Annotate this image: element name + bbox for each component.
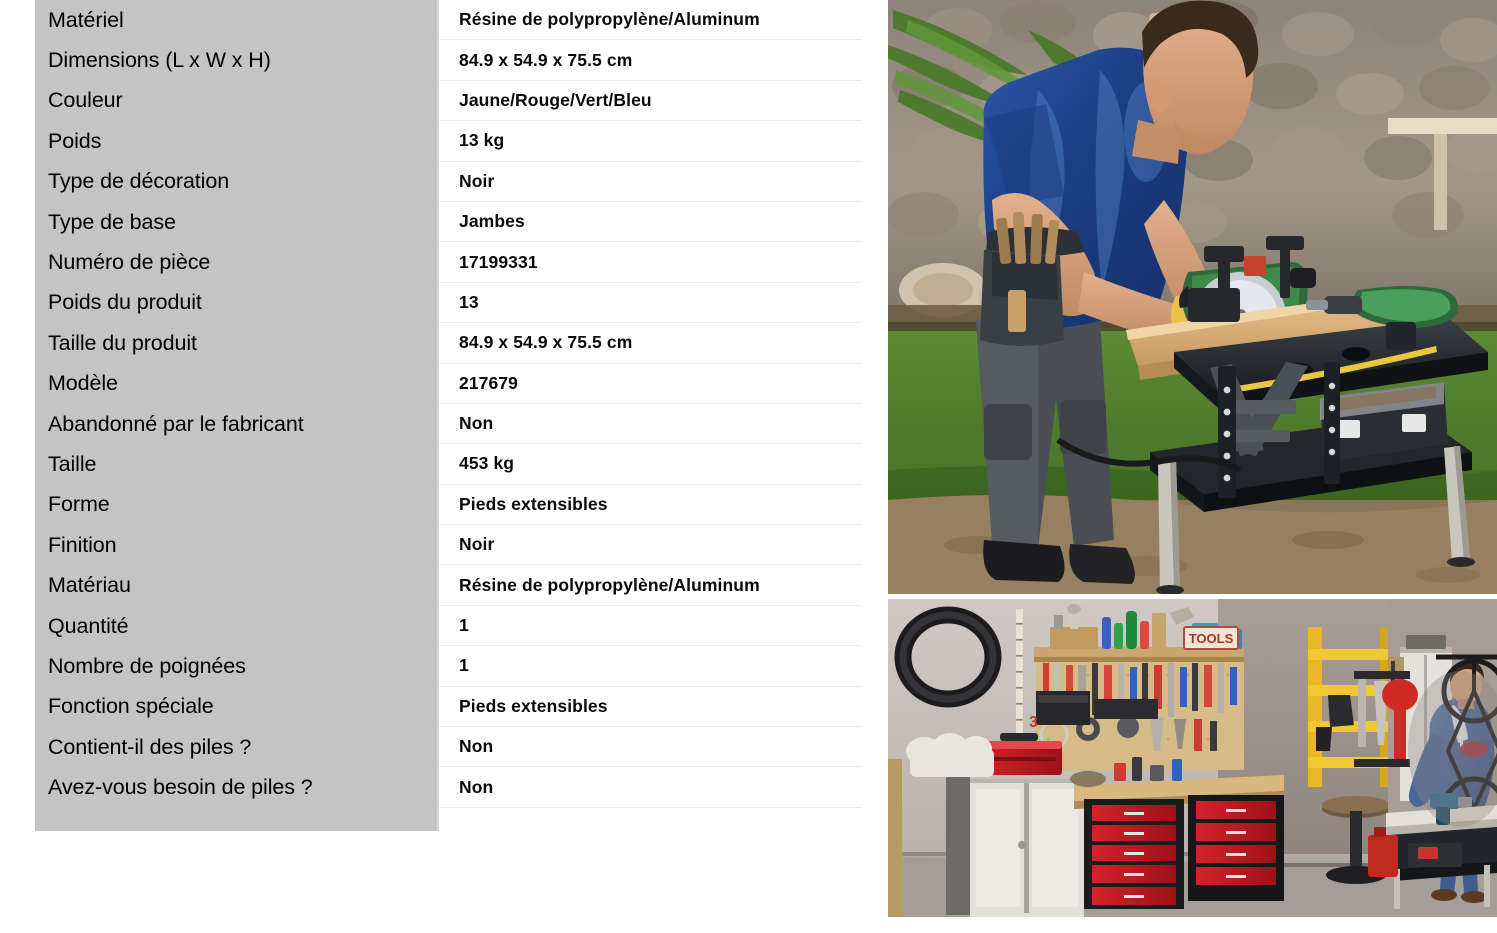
table-row: Matériel Résine de polypropylène/Aluminu… bbox=[0, 0, 880, 41]
spec-value: Noir bbox=[437, 525, 862, 566]
table-row: Poids 13 kg bbox=[0, 121, 880, 162]
spec-value: 1 bbox=[437, 606, 862, 647]
table-row: Numéro de pièce 17199331 bbox=[0, 242, 880, 283]
spec-label: Dimensions (L x W x H) bbox=[48, 48, 271, 73]
table-row: Finition Noir bbox=[0, 525, 880, 566]
table-row: Abandonné par le fabricant Non bbox=[0, 404, 880, 445]
spec-value: 453 kg bbox=[437, 444, 862, 485]
spec-value: Jaune/Rouge/Vert/Bleu bbox=[437, 81, 862, 122]
spec-value: Pieds extensibles bbox=[437, 485, 862, 526]
table-row: Forme Pieds extensibles bbox=[0, 485, 880, 526]
table-row: Type de décoration Noir bbox=[0, 162, 880, 202]
spec-label: Finition bbox=[48, 532, 117, 557]
svg-text:TOOLS: TOOLS bbox=[1189, 631, 1234, 646]
table-row: Nombre de poignées 1 bbox=[0, 646, 880, 687]
column-divider bbox=[437, 0, 439, 831]
table-row: Type de base Jambes bbox=[0, 202, 880, 243]
spec-value: 13 bbox=[437, 283, 862, 324]
table-row: Matériau Résine de polypropylène/Aluminu… bbox=[0, 565, 880, 606]
spec-value: Résine de polypropylène/Aluminum bbox=[437, 0, 862, 41]
spec-label: Quantité bbox=[48, 613, 129, 638]
spec-value: 13 kg bbox=[437, 121, 862, 162]
spec-value: 1 bbox=[437, 646, 862, 687]
table-row: Fonction spéciale Pieds extensibles bbox=[0, 687, 880, 728]
spec-label: Modèle bbox=[48, 371, 118, 396]
spec-value: Non bbox=[437, 404, 862, 445]
spec-value: Pieds extensibles bbox=[437, 687, 862, 728]
spec-value: 17199331 bbox=[437, 242, 862, 283]
spec-label: Couleur bbox=[48, 88, 123, 113]
table-row: Poids du produit 13 bbox=[0, 283, 880, 324]
spec-value: 84.9 x 54.9 x 75.5 cm bbox=[437, 323, 862, 364]
spec-label: Matériel bbox=[48, 7, 124, 32]
spec-label: Taille du produit bbox=[48, 330, 197, 355]
spec-value: 84.9 x 54.9 x 75.5 cm bbox=[437, 40, 862, 81]
garage-workbench-illustration: TOOLS 3 bbox=[888, 599, 1497, 917]
table-row: Couleur Jaune/Rouge/Vert/Bleu bbox=[0, 81, 880, 122]
spec-label: Fonction spéciale bbox=[48, 694, 214, 719]
spec-label: Numéro de pièce bbox=[48, 250, 211, 275]
spec-value: Non bbox=[437, 767, 862, 808]
spec-label: Matériau bbox=[48, 573, 131, 598]
spec-value: 217679 bbox=[437, 364, 862, 404]
spec-label: Contient-il des piles ? bbox=[48, 734, 252, 759]
garage-workbench-photo: TOOLS 3 bbox=[888, 599, 1497, 917]
outdoor-workbench-photo bbox=[888, 0, 1497, 594]
table-row: Quantité 1 bbox=[0, 606, 880, 647]
spec-value: Non bbox=[437, 727, 862, 768]
spec-value: Jambes bbox=[437, 202, 862, 243]
table-row: Avez-vous besoin de piles ? Non bbox=[0, 767, 880, 808]
spec-label: Poids bbox=[48, 128, 102, 153]
svg-text:3: 3 bbox=[1029, 714, 1038, 731]
spec-label: Avez-vous besoin de piles ? bbox=[48, 775, 313, 800]
table-row: Dimensions (L x W x H) 84.9 x 54.9 x 75.… bbox=[0, 40, 880, 81]
table-row: Modèle 217679 bbox=[0, 364, 880, 404]
table-row: Contient-il des piles ? Non bbox=[0, 727, 880, 768]
table-row: Taille 453 kg bbox=[0, 444, 880, 485]
spec-value: Résine de polypropylène/Aluminum bbox=[437, 565, 862, 606]
spec-label: Poids du produit bbox=[48, 290, 202, 315]
table-row: Taille du produit 84.9 x 54.9 x 75.5 cm bbox=[0, 323, 880, 364]
specifications-table: Matériel Résine de polypropylène/Aluminu… bbox=[0, 0, 880, 933]
spec-label: Forme bbox=[48, 492, 110, 517]
product-specification-page: Matériel Résine de polypropylène/Aluminu… bbox=[0, 0, 1497, 933]
spec-label: Nombre de poignées bbox=[48, 653, 246, 678]
spec-label: Abandonné par le fabricant bbox=[48, 411, 304, 436]
outdoor-workbench-illustration bbox=[888, 0, 1497, 594]
spec-label: Taille bbox=[48, 451, 97, 476]
spec-value: Noir bbox=[437, 162, 862, 202]
spec-label: Type de décoration bbox=[48, 169, 230, 194]
spec-label: Type de base bbox=[48, 209, 176, 234]
